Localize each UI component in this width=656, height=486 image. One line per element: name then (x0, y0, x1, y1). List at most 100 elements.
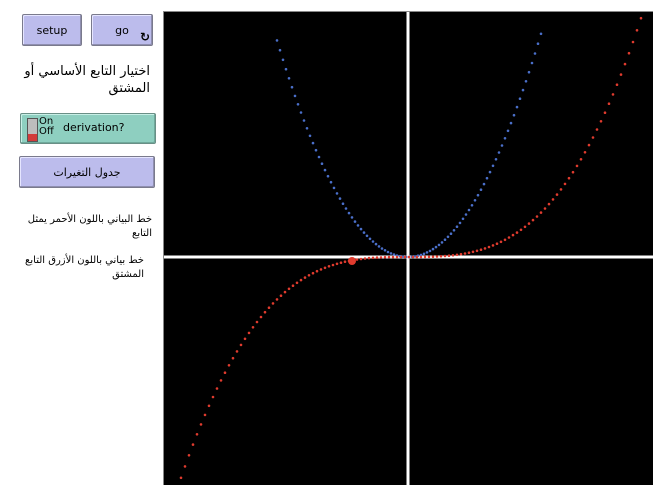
function-curve-point (555, 193, 559, 196)
function-curve-point (251, 326, 255, 329)
derivative-curve-point (338, 197, 342, 200)
derivative-curve-point (425, 251, 429, 254)
function-curve-point (463, 252, 467, 255)
function-curve-point (331, 263, 335, 267)
setup-button-label: setup (36, 23, 68, 37)
turtle-point (348, 257, 356, 265)
derivative-curve-point (389, 252, 393, 255)
function-curve-point (391, 255, 395, 259)
derivative-curve-point (539, 32, 543, 36)
derivative-curve-point (350, 216, 354, 219)
derivative-curve-point (281, 58, 285, 62)
function-curve-point (295, 281, 299, 285)
function-curve-point (279, 294, 283, 298)
derivative-curve-point (512, 113, 516, 117)
function-curve-point (455, 253, 459, 257)
graph-view[interactable] (163, 11, 654, 486)
function-curve-point (431, 255, 435, 258)
derivative-curve-point (341, 202, 345, 205)
switch-onoff-labels: On Off (39, 117, 54, 137)
function-curve-point (199, 423, 203, 426)
derivative-curve-point (446, 235, 450, 239)
function-curve-point (343, 260, 347, 263)
function-curve-point (587, 143, 591, 147)
derivative-curve-point (473, 199, 477, 202)
derivative-curve-point (518, 97, 522, 100)
function-curve-point (375, 256, 379, 259)
function-curve-point (635, 29, 639, 32)
derivative-curve-point (521, 88, 525, 92)
derivative-curve-point (485, 176, 489, 180)
derivative-curve-point (434, 245, 438, 249)
function-curve-point (467, 251, 471, 254)
function-curve-point (503, 238, 507, 242)
switch-toggle-icon[interactable] (27, 118, 38, 142)
function-curve-point (639, 16, 643, 20)
derivative-curve-point (515, 105, 519, 109)
blue-curve-note: خط بياني باللون الأزرق التابع المشتق (25, 255, 144, 280)
derivative-curve-point (293, 94, 297, 98)
function-curve-point (543, 207, 547, 210)
function-curve-point (591, 136, 595, 139)
function-curve-point (299, 278, 303, 282)
variation-table-button[interactable]: جدول التغيرات (19, 156, 155, 188)
derivative-curve-point (479, 188, 483, 191)
derivative-curve-point (491, 164, 495, 168)
derivative-curve-point (497, 151, 501, 154)
function-curve-point (359, 257, 363, 261)
derivative-curve-point (536, 42, 540, 45)
function-curve-point (383, 255, 387, 259)
function-curve-point (491, 244, 495, 247)
function-curve-point (475, 249, 479, 253)
function-curve-point (275, 298, 279, 301)
derivation-switch[interactable]: On Off derivation? (20, 113, 156, 144)
function-curve-point (451, 254, 455, 257)
function-curve-point (271, 302, 275, 305)
function-curve-point (363, 257, 367, 260)
function-curve-point (419, 255, 423, 259)
function-curve-point (563, 182, 567, 186)
function-curve-point (479, 248, 483, 251)
forever-arrows-icon: ↻ (139, 30, 150, 44)
derivative-curve-point (437, 243, 441, 247)
derivative-curve-point (383, 249, 387, 252)
variation-table-button-label: جدول التغيرات (53, 165, 121, 179)
red-curve-note: خط البياني باللون الأحمر يمثل التابع (27, 214, 152, 239)
function-curve-point (239, 343, 243, 347)
derivative-curve-point (290, 85, 294, 89)
function-curve-point (439, 255, 443, 258)
derivative-curve-point (503, 137, 507, 140)
function-curve-point (247, 331, 251, 335)
function-curve-point (395, 255, 399, 259)
function-curve-point (603, 111, 607, 114)
function-curve-point (179, 476, 183, 480)
derivative-curve-point (452, 229, 456, 232)
derivative-curve-point (332, 186, 336, 190)
function-curve-point (539, 211, 543, 214)
derivative-curve-point (353, 220, 357, 223)
switch-name-label: derivation? (63, 121, 125, 134)
setup-button[interactable]: setup (22, 14, 82, 46)
function-curve-point (423, 255, 427, 259)
function-curve-point (379, 256, 383, 259)
function-curve-point (551, 198, 555, 201)
function-curve-point (183, 465, 187, 468)
function-curve-point (487, 245, 491, 249)
function-curve-point (511, 233, 515, 237)
function-curve-point (303, 276, 307, 279)
function-curve-point (611, 93, 615, 96)
go-button[interactable]: go ↻ (91, 14, 153, 46)
derivative-curve-point (461, 217, 465, 221)
function-curve-point (335, 262, 339, 266)
function-curve-point (339, 261, 343, 264)
derivative-curve-point (287, 77, 291, 80)
function-curve-point (223, 371, 227, 375)
function-curve-point (259, 315, 263, 319)
function-curve-point (319, 268, 323, 271)
derivative-curve-point (392, 253, 396, 256)
derivative-curve-point (386, 250, 390, 254)
function-curve-point (387, 255, 391, 259)
derivative-curve-point (278, 48, 282, 52)
function-curve-point (483, 247, 487, 250)
function-curve-point (207, 404, 211, 408)
